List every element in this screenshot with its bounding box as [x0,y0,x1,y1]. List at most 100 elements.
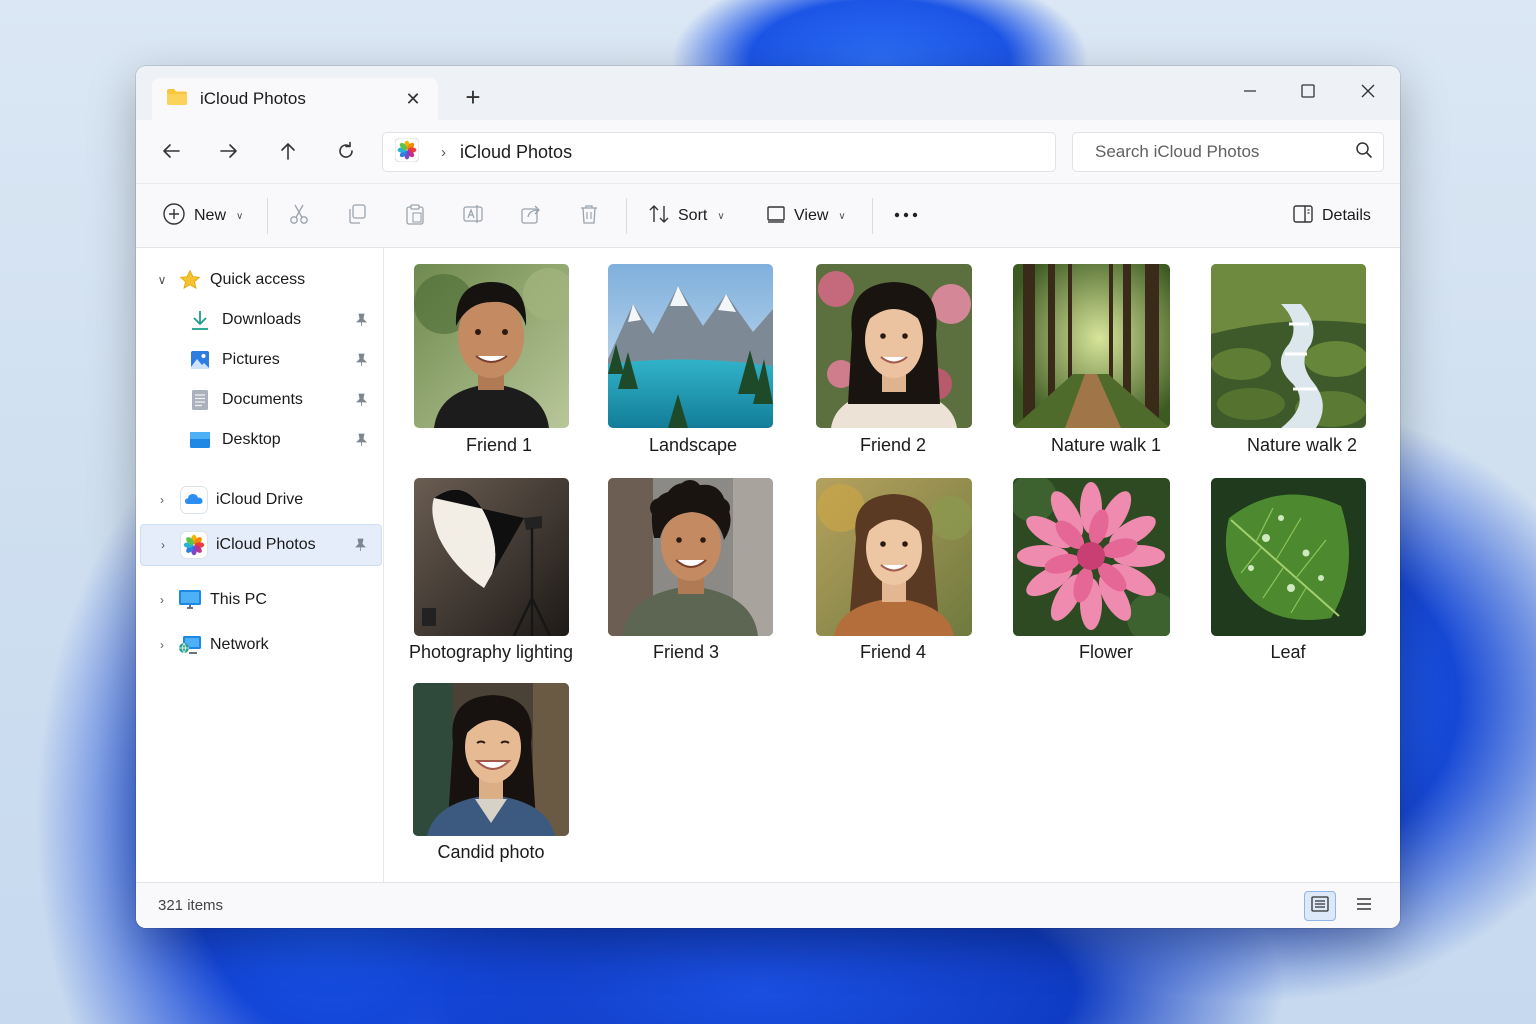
details-button[interactable]: Details [1292,201,1371,231]
share-button[interactable] [520,201,542,231]
chevron-right-icon[interactable]: › [441,144,446,161]
photos-app-icon [394,137,420,167]
chevron-right-icon[interactable]: › [154,638,170,652]
search-icon[interactable] [1355,141,1373,164]
toolbar-divider [626,198,627,234]
minimize-icon[interactable] [1230,76,1270,106]
navigation-pane: ∨ Quick access Downloads Pictures Docume… [136,248,384,882]
file-name: Friend 4 [859,642,927,662]
sidebar-item-quick-access[interactable]: ∨ Quick access [140,260,382,300]
sidebar-item-documents[interactable]: Documents [140,380,382,420]
studio-light-photo-icon [414,478,569,636]
forward-arrow-icon[interactable] [214,136,244,166]
title-bar: iCloud Photos ✕ + [136,66,1400,120]
file-name: Leaf [1270,642,1306,662]
details-view-button[interactable] [1348,891,1380,921]
close-window-icon[interactable] [1348,76,1388,106]
pin-icon[interactable] [354,353,368,367]
sidebar-item-label: Downloads [222,311,302,328]
copy-icon [346,203,368,230]
search-box[interactable]: Search iCloud Photos [1072,132,1384,172]
view-label: View [794,207,829,224]
view-button[interactable]: View ∨ [766,201,846,231]
document-icon [188,388,212,412]
details-label: Details [1322,207,1371,224]
portrait-photo-icon [816,478,972,636]
desktop-icon [188,428,212,452]
chevron-right-icon[interactable]: › [154,493,170,507]
pin-icon[interactable] [354,313,368,327]
tab-icloud-photos[interactable]: iCloud Photos ✕ [152,78,438,120]
close-tab-icon[interactable]: ✕ [402,89,424,110]
sidebar-item-this-pc[interactable]: › This PC [140,580,382,620]
item-count: 321 items [158,897,224,914]
back-arrow-icon[interactable] [156,136,186,166]
large-icons-view-button[interactable] [1304,891,1336,921]
refresh-icon[interactable] [331,136,361,166]
photos-app-icon [180,531,208,559]
more-options-button[interactable] [894,201,918,231]
sidebar-item-label: Desktop [222,431,281,448]
chevron-right-icon[interactable]: › [155,538,171,552]
file-name: Flower [1078,642,1133,662]
file-name: Nature walk 2 [1246,435,1358,455]
sidebar-item-label: Quick access [210,271,306,288]
up-arrow-icon[interactable] [273,136,303,166]
clipboard-icon [404,203,426,230]
star-icon [178,268,202,292]
breadcrumb-current[interactable]: iCloud Photos [460,142,572,163]
list-view-icon [1355,896,1373,917]
maximize-icon[interactable] [1288,76,1328,106]
flower-photo-icon [1013,478,1170,636]
copy-button[interactable] [346,201,368,231]
download-arrow-icon [188,308,212,332]
sidebar-item-downloads[interactable]: Downloads [140,300,382,340]
portrait-photo-icon [413,683,569,836]
sidebar-item-network[interactable]: › Network [140,625,382,665]
folder-icon [166,88,188,111]
paste-button[interactable] [404,201,426,231]
delete-button[interactable] [578,201,600,231]
navigation-bar: › iCloud Photos Search iCloud Photos [136,120,1400,184]
sort-label: Sort [678,207,708,224]
address-bar[interactable]: › iCloud Photos [382,132,1056,172]
chevron-down-icon[interactable]: ∨ [154,273,170,287]
sidebar-item-desktop[interactable]: Desktop [140,420,382,460]
new-button[interactable]: New ∨ [162,201,243,231]
computer-icon [178,588,202,612]
new-label: New [194,207,227,224]
sidebar-item-label: Pictures [222,351,280,368]
cut-button[interactable] [288,201,310,231]
sidebar-item-label: This PC [210,591,267,608]
pin-icon[interactable] [353,538,367,552]
portrait-photo-icon [414,264,569,428]
sort-arrows-icon [648,203,670,230]
sidebar-item-pictures[interactable]: Pictures [140,340,382,380]
file-name: Friend 2 [859,435,927,455]
tab-title: iCloud Photos [200,89,306,108]
file-name: Friend 1 [465,435,533,455]
file-name: Friend 3 [652,642,720,662]
chevron-down-icon: ∨ [838,210,846,222]
sort-button[interactable]: Sort ∨ [648,201,725,231]
pin-icon[interactable] [354,433,368,447]
file-list-pane: Friend 1 Landscape Friend 2 Nature walk … [385,248,1400,882]
sidebar-item-icloud-photos[interactable]: › iCloud Photos [140,524,382,566]
sidebar-item-icloud-drive[interactable]: › iCloud Drive [140,480,382,520]
plus-circle-icon [162,202,186,231]
sidebar-item-label: iCloud Drive [216,491,304,508]
status-bar: 321 items [136,882,1400,928]
file-name: Nature walk 1 [1050,435,1162,455]
more-dots-icon [894,207,918,225]
leaf-photo-icon [1211,478,1366,636]
chevron-down-icon: ∨ [236,210,244,222]
search-input[interactable]: Search iCloud Photos [1095,142,1259,162]
trash-icon [578,203,600,230]
pin-icon[interactable] [354,393,368,407]
chevron-right-icon[interactable]: › [154,593,170,607]
new-tab-icon[interactable]: + [462,84,484,110]
rename-button[interactable] [462,201,484,231]
portrait-photo-icon [608,478,773,636]
file-name: Landscape [648,435,738,455]
view-layout-icon [766,204,786,229]
